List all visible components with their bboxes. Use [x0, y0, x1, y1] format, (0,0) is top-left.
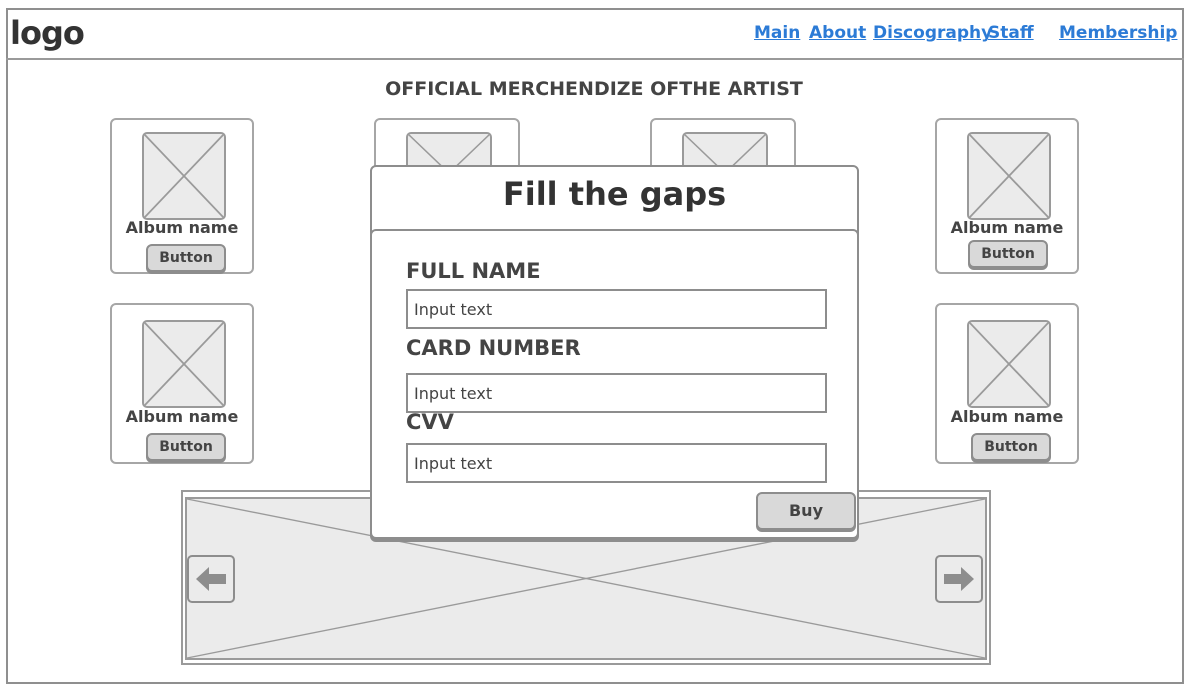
nav-link-main[interactable]: Main [754, 23, 800, 43]
album-name: Album name [950, 407, 1064, 426]
nav-link-staff[interactable]: Staff [988, 23, 1034, 43]
album-card: Album name Button [110, 303, 254, 464]
image-placeholder-icon [142, 320, 226, 408]
arrow-right-icon[interactable] [935, 555, 983, 603]
logo[interactable]: logo [10, 14, 85, 52]
album-name: Album name [125, 407, 239, 426]
buy-button[interactable]: Buy [756, 492, 856, 530]
image-placeholder-icon [967, 132, 1051, 220]
header-divider [6, 58, 1184, 60]
nav-link-about[interactable]: About [809, 23, 866, 43]
cvv-label: CVV [406, 410, 454, 434]
card-number-input[interactable] [406, 373, 827, 413]
full-name-input[interactable] [406, 289, 827, 329]
album-button[interactable]: Button [146, 244, 226, 272]
album-button[interactable]: Button [146, 433, 226, 461]
album-name: Album name [950, 218, 1064, 237]
checkout-modal: Fill the gaps FULL NAME CARD NUMBER CVV … [370, 165, 859, 539]
page-title: OFFICIAL MERCHENDIZE OFTHE ARTIST [385, 78, 803, 100]
album-button[interactable]: Button [971, 433, 1051, 461]
arrow-left-icon[interactable] [187, 555, 235, 603]
modal-body: FULL NAME CARD NUMBER CVV Buy [370, 229, 859, 539]
image-placeholder-icon [142, 132, 226, 220]
album-name: Album name [125, 218, 239, 237]
album-button[interactable]: Button [968, 240, 1048, 268]
album-card: Album name Button [935, 118, 1079, 274]
full-name-label: FULL NAME [406, 259, 541, 283]
card-number-label: CARD NUMBER [406, 336, 581, 360]
nav-link-membership[interactable]: Membership [1059, 23, 1177, 43]
nav-link-discography[interactable]: Discography [873, 23, 992, 43]
image-placeholder-icon [967, 320, 1051, 408]
modal-header: Fill the gaps [370, 165, 859, 237]
album-card: Album name Button [110, 118, 254, 274]
cvv-input[interactable] [406, 443, 827, 483]
album-card: Album name Button [935, 303, 1079, 464]
modal-title: Fill the gaps [502, 175, 727, 213]
